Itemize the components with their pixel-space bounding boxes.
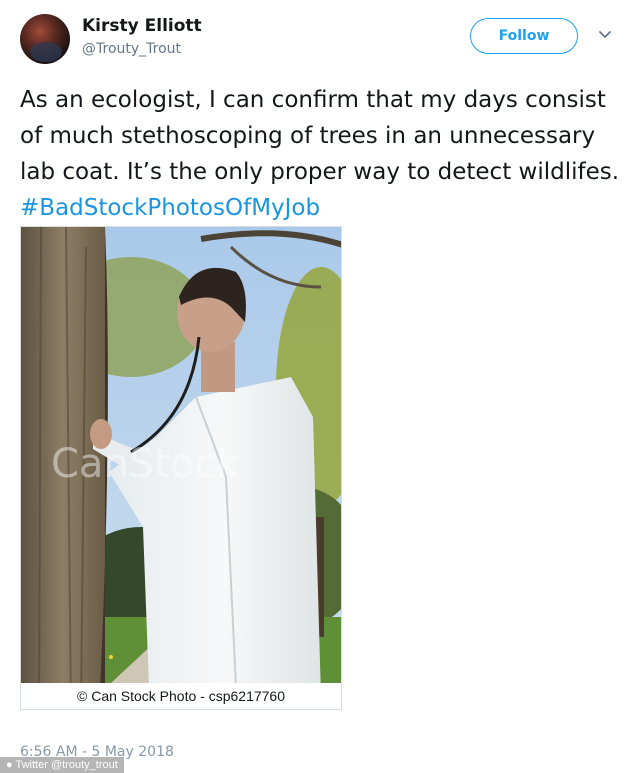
author-handle[interactable]: @Trouty_Trout (82, 41, 181, 57)
tweet-text: As an ecologist, I can confirm that my d… (20, 82, 626, 226)
follow-button[interactable]: Follow (470, 18, 578, 54)
photo-watermark: CanStock (51, 441, 240, 487)
hashtag-link[interactable]: #BadStockPhotosOfMyJob (20, 195, 320, 221)
photo-caption: © Can Stock Photo - csp6217760 (21, 683, 341, 709)
image-credit: ● Twitter @trouty_trout (0, 757, 124, 773)
avatar[interactable] (20, 14, 70, 64)
stock-photo-illustration: CanStock (21, 227, 341, 709)
chevron-down-icon[interactable] (598, 28, 612, 42)
tweet-photo[interactable]: CanStock © Can Stock Photo - csp6217760 (20, 226, 342, 710)
tweet-body: As an ecologist, I can confirm that my d… (20, 87, 620, 185)
author-name[interactable]: Kirsty Elliott (82, 16, 202, 36)
